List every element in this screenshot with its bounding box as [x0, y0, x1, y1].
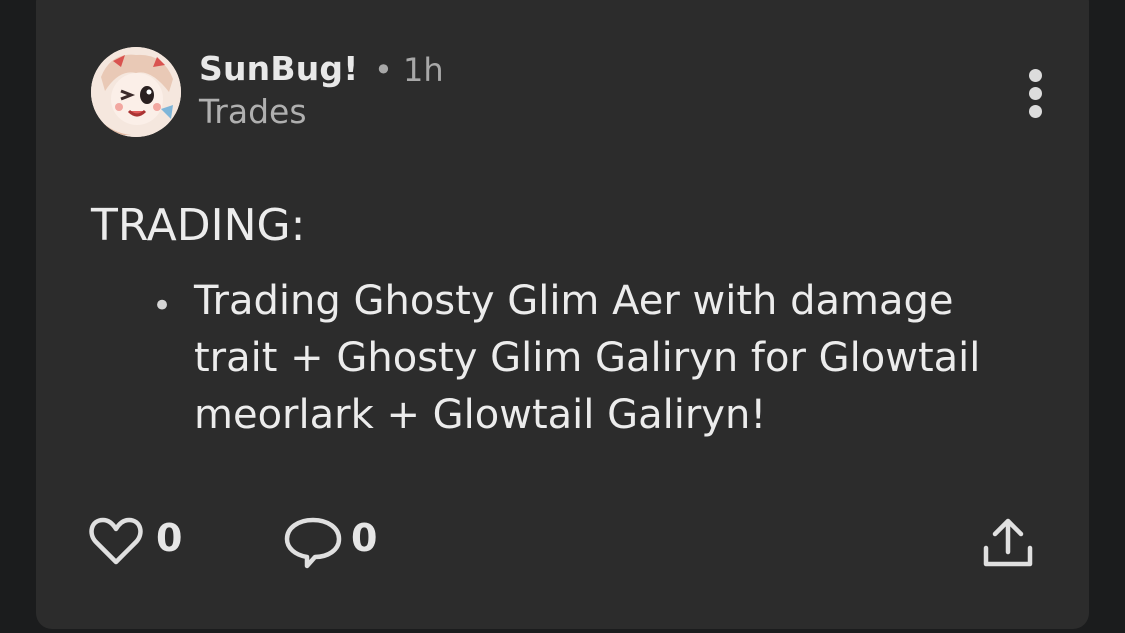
post-time: • 1h [374, 51, 444, 89]
avatar-image [91, 47, 181, 137]
author-name[interactable]: SunBug! [199, 49, 358, 88]
bullet-point: • [152, 286, 173, 326]
comment-icon [284, 517, 342, 569]
more-vertical-icon-dot [1029, 87, 1042, 100]
comment-button[interactable]: 0 [283, 514, 393, 569]
like-button[interactable]: 0 [88, 514, 198, 568]
more-vertical-icon-dot [1029, 105, 1042, 118]
like-count: 0 [156, 516, 183, 560]
more-options-button[interactable] [1016, 64, 1056, 120]
community-name[interactable]: Trades [199, 92, 307, 131]
heart-icon [89, 517, 143, 565]
post-body-item: Trading Ghosty Glim Aer with damage trai… [194, 278, 981, 438]
share-icon [983, 518, 1033, 567]
share-button[interactable] [980, 514, 1040, 568]
comment-count: 0 [351, 516, 378, 560]
post-card[interactable]: SunBug! • 1h Trades TRADING: • Trading G… [36, 0, 1089, 629]
post-heading: TRADING: [91, 200, 306, 251]
more-vertical-icon [1029, 69, 1042, 82]
avatar[interactable] [91, 47, 181, 137]
